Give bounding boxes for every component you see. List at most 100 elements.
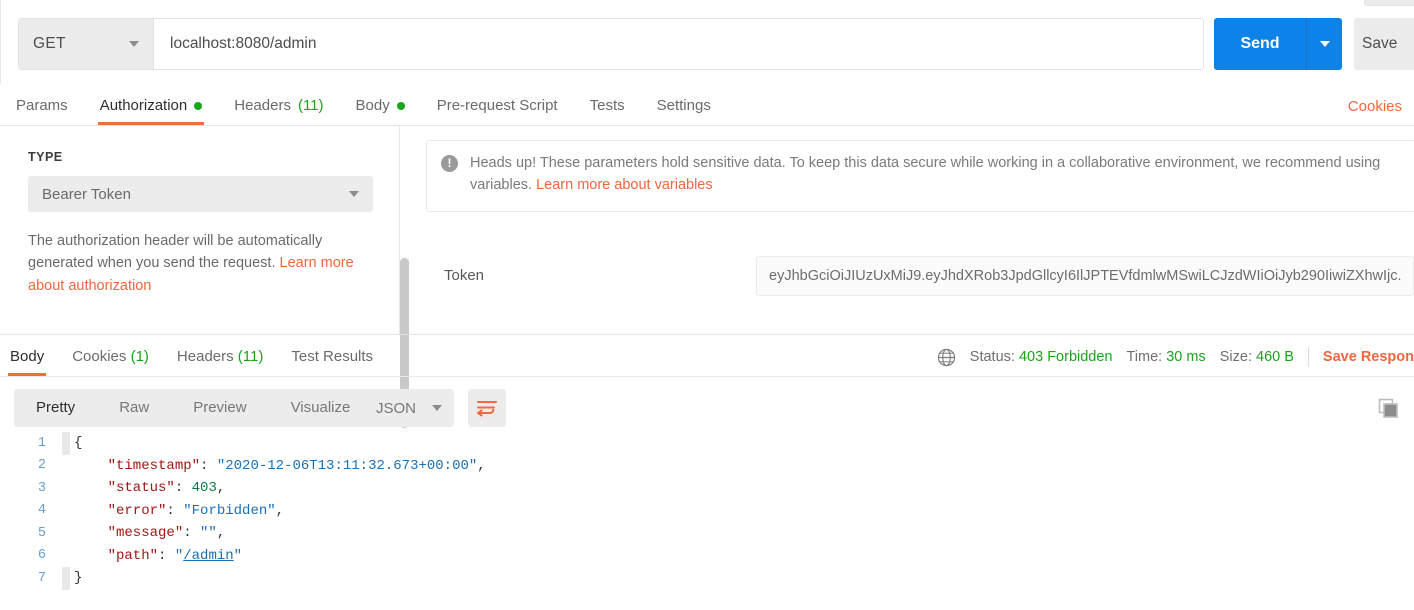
code-token: , <box>477 457 486 474</box>
code-token: } <box>74 570 83 587</box>
auth-type-select[interactable]: Bearer Token <box>28 176 373 212</box>
notice-body: Heads up! These parameters hold sensitiv… <box>470 153 1401 197</box>
code-token: , <box>216 525 226 542</box>
code-token: "Forbidden" <box>183 502 276 519</box>
wrap-text-button[interactable] <box>468 389 506 427</box>
code-token: /admin <box>183 547 234 564</box>
sensitive-data-notice: ! Heads up! These parameters hold sensit… <box>426 140 1414 212</box>
left-edge-divider <box>0 0 1 84</box>
line-number: 4 <box>37 503 46 519</box>
tab-headers[interactable]: Headers (11) <box>218 97 339 125</box>
format-pretty-button[interactable]: Pretty <box>14 389 97 427</box>
line-number: 3 <box>37 480 46 496</box>
tab-params[interactable]: Params <box>0 97 84 125</box>
meta-divider <box>1307 347 1309 367</box>
tab-label: Tests <box>589 97 625 114</box>
token-row: Token eyJhbGciOiJIUzUxMiJ9.eyJhdXRob3Jpd… <box>426 255 1414 296</box>
token-input[interactable]: eyJhbGciOiJIUzUxMiJ9.eyJhdXRob3JpdGllcyI… <box>756 255 1414 296</box>
code-token: : <box>183 525 201 542</box>
tab-authorization[interactable]: Authorization <box>84 97 219 125</box>
tab-tests[interactable]: Tests <box>574 97 641 125</box>
http-method-label: GET <box>33 35 66 52</box>
code-line: 2 "timestamp": "2020-12-06T13:11:32.673+… <box>0 455 1414 478</box>
tab-count: (11) <box>297 97 324 114</box>
code-line: 1{ <box>0 432 1414 455</box>
response-tabs: Body Cookies (1) Headers (11) Test Resul… <box>0 335 1414 377</box>
code-token: "message" <box>74 525 184 542</box>
code-fold-gutter[interactable] <box>62 545 70 568</box>
code-line-text: "error": "Forbidden", <box>70 503 284 519</box>
status-value: 403 Forbidden <box>1018 349 1113 365</box>
save-options-stub[interactable] <box>1364 0 1414 6</box>
code-line-text: "path": "/admin" <box>70 548 242 564</box>
tab-pre-request-script[interactable]: Pre-request Script <box>421 97 574 125</box>
code-token: : <box>200 457 217 474</box>
code-fold-gutter[interactable] <box>62 432 70 455</box>
code-token: , <box>275 502 285 519</box>
send-options-button[interactable] <box>1306 18 1342 70</box>
chevron-down-icon <box>1319 41 1330 47</box>
time-group: Time: 30 ms <box>1126 349 1205 365</box>
response-language-select[interactable]: JSON <box>364 389 454 427</box>
line-number: 5 <box>37 525 46 541</box>
tab-count: (11) <box>237 348 264 365</box>
tab-label: Body <box>10 348 45 365</box>
response-tab-body[interactable]: Body <box>0 348 58 376</box>
response-body-code[interactable]: 1{2 "timestamp": "2020-12-06T13:11:32.67… <box>0 432 1414 610</box>
size-group: Size: 460 B <box>1220 349 1294 365</box>
tab-body[interactable]: Body <box>340 97 421 125</box>
save-response-button[interactable]: Save Respon <box>1323 349 1414 365</box>
line-number: 1 <box>37 435 46 451</box>
request-url-input[interactable] <box>154 19 1203 69</box>
code-line-text: "message": "", <box>70 525 226 542</box>
send-button-group: Send <box>1214 18 1342 70</box>
method-url-group: GET <box>18 18 1204 70</box>
save-button[interactable]: Save <box>1354 18 1414 70</box>
copy-response-button[interactable] <box>1376 396 1400 420</box>
format-visualize-button[interactable]: Visualize <box>269 389 373 427</box>
tab-count: (1) <box>130 348 149 365</box>
code-token: 403 <box>191 480 217 497</box>
cookies-link[interactable]: Cookies <box>1348 98 1402 115</box>
code-token: " <box>174 547 184 564</box>
code-fold-gutter[interactable] <box>62 567 70 590</box>
tab-settings[interactable]: Settings <box>641 97 727 125</box>
code-token: : <box>158 547 175 564</box>
code-line: 5 "message": "", <box>0 522 1414 545</box>
postman-window: GET Send Save Params Authorization Heade… <box>0 0 1414 610</box>
code-fold-gutter[interactable] <box>62 455 70 478</box>
token-value: eyJhbGciOiJIUzUxMiJ9.eyJhdXRob3JpdGllcyI… <box>769 267 1401 284</box>
request-url-bar: GET Send Save <box>0 0 1414 84</box>
authorization-note: The authorization header will be automat… <box>28 230 358 297</box>
code-fold-gutter[interactable] <box>62 500 70 523</box>
size-value: 460 B <box>1256 349 1294 365</box>
format-preview-button[interactable]: Preview <box>171 389 268 427</box>
authorization-pane: TYPE Bearer Token The authorization head… <box>0 126 1414 460</box>
code-token: { <box>74 435 83 452</box>
tab-label: Body <box>355 97 390 114</box>
code-line-text: { <box>70 435 82 451</box>
code-line-text: } <box>70 570 82 586</box>
code-fold-gutter[interactable] <box>62 522 70 545</box>
code-token: "" <box>200 525 217 542</box>
authorization-details-panel: ! Heads up! These parameters hold sensit… <box>410 126 1414 334</box>
send-button[interactable]: Send <box>1214 18 1306 70</box>
code-token: "error" <box>74 502 167 519</box>
code-line: 4 "error": "Forbidden", <box>0 500 1414 523</box>
response-tab-headers[interactable]: Headers (11) <box>163 348 277 376</box>
code-token: "2020-12-06T13:11:32.673+00:00" <box>216 457 478 474</box>
code-line: 6 "path": "/admin" <box>0 545 1414 568</box>
learn-more-variables-link[interactable]: Learn more about variables <box>536 177 713 193</box>
line-number: 7 <box>37 570 46 586</box>
response-tab-cookies[interactable]: Cookies (1) <box>58 348 163 376</box>
status-group: Status: 403 Forbidden <box>970 349 1113 365</box>
code-line: 3 "status": 403, <box>0 477 1414 500</box>
request-tabs: Params Authorization Headers (11) Body P… <box>0 84 1414 126</box>
tab-label: Authorization <box>99 97 188 114</box>
code-fold-gutter[interactable] <box>62 477 70 500</box>
response-tab-test-results[interactable]: Test Results <box>277 348 387 376</box>
tab-label: Settings <box>656 97 711 114</box>
http-method-select[interactable]: GET <box>19 19 154 69</box>
code-token: : <box>166 502 184 519</box>
format-raw-button[interactable]: Raw <box>97 389 171 427</box>
